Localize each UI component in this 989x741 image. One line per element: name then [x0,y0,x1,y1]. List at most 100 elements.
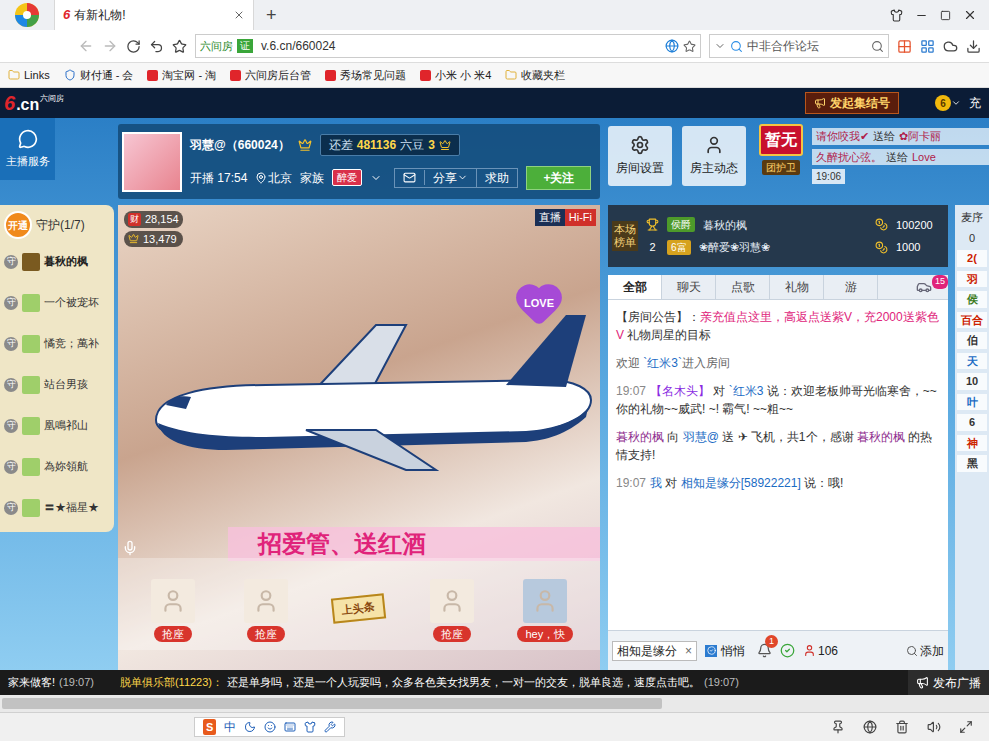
room-button[interactable]: 房间设置 [608,126,672,186]
guardian-avatar [22,294,40,312]
new-tab-button[interactable]: + [254,2,289,29]
skin-icon[interactable] [890,9,903,22]
chat-tab[interactable]: 礼物 [770,275,824,299]
family-dropdown-icon[interactable] [370,172,382,184]
fullscreen-icon[interactable] [959,720,973,734]
undo-icon[interactable] [149,39,164,54]
bookmark-label: 财付通 - 会 [80,67,134,84]
mic-queue-item[interactable]: 神 [957,435,987,452]
maximize-icon[interactable] [940,10,951,21]
family-badge[interactable]: 醉爱 [332,169,362,186]
notice-button[interactable]: 1 [757,643,772,658]
trash-icon[interactable] [895,720,909,734]
close-tab-icon[interactable] [233,9,245,21]
mic-queue-item[interactable]: 10 [957,373,987,390]
guardian-item[interactable]: 守〓★福星★ [0,487,114,528]
mic-queue-item[interactable]: 2( [957,250,987,267]
site-logo[interactable]: 6.cn六间房 [4,93,64,113]
guardian-item[interactable]: 守一个被宠坏 [0,282,114,323]
ranking-title[interactable]: 本场榜单 [612,221,638,250]
guard-empty[interactable]: 暂无 [759,124,803,156]
bookmark-item[interactable]: 六间房后台管 [230,67,311,84]
bookmark-item[interactable]: Links [8,67,50,84]
guardian-item[interactable]: 守站台男孩 [0,364,114,405]
bookmark-item[interactable]: 小米 小 米4 [420,67,491,84]
mic-queue-item[interactable]: 黑 [957,455,987,472]
clear-target-button[interactable]: × [685,642,692,660]
seat[interactable]: 抢座 [230,579,302,643]
url-field[interactable]: 六间房证v.6.cn/660024 [195,34,701,58]
open-guard-button[interactable]: 开通 [4,211,32,239]
rank-name[interactable]: ❀醉爱❀羽慧❀ [699,239,867,256]
guardian-item[interactable]: 守為妳領航 [0,446,114,487]
horizontal-scrollbar[interactable] [0,695,989,712]
mic-queue-item[interactable]: 羽 [957,271,987,288]
mic-queue-item[interactable]: 侯 [957,291,987,308]
scroll-thumb[interactable] [2,698,662,709]
mic-queue-item[interactable]: 叶 [957,394,987,411]
search-go-icon[interactable] [871,40,884,53]
mic-queue-item[interactable]: 伯 [957,332,987,349]
close-window-icon[interactable] [963,8,977,22]
screenshot-icon[interactable] [920,39,935,54]
back-icon[interactable] [78,38,94,54]
search-field[interactable]: 中非合作论坛 [709,34,889,58]
chat-tab[interactable]: 点歌 [716,275,770,299]
guard-label[interactable]: 团护卫 [762,160,800,175]
bookmark-item[interactable]: 淘宝网 - 淘 [147,67,216,84]
help-button[interactable]: 求助 [477,169,517,187]
engine-dropdown-icon[interactable] [714,40,726,52]
add-button[interactable]: 添加 [906,642,944,660]
broadcast-button[interactable]: 发布广播 [908,670,989,695]
browser-tab[interactable]: 6有新礼物! [54,0,254,30]
bookmark-item[interactable]: 收藏夹栏 [505,67,565,84]
message-button[interactable] [395,170,425,185]
ime-toolbar[interactable]: S中 [194,717,345,737]
guardian-item[interactable]: 守憰竞；萬补 [0,323,114,364]
favicon: 6 [63,5,70,25]
forward-icon[interactable] [102,38,118,54]
chat-target[interactable]: 相知是缘分× [612,641,697,661]
minimize-icon[interactable] [915,9,928,22]
ticker-message[interactable]: 还是单身吗，还是一个人玩耍吗，众多各色美女找男友，一对一的交友，脱单良选，速度点… [227,674,700,691]
seat[interactable]: 抢座 [137,579,209,643]
rank-score: 100200 [896,217,944,234]
rank-name[interactable]: 暮秋的枫 [703,217,867,234]
reload-icon[interactable] [126,39,141,54]
mic-icon[interactable] [122,540,138,556]
network-icon[interactable] [863,720,877,734]
guardian-item[interactable]: 守凰鳴祁山 [0,405,114,446]
pin-icon[interactable] [831,720,845,734]
volume-icon[interactable] [927,720,941,734]
bookmark-star-icon[interactable] [683,40,696,53]
mic-queue-item[interactable]: 天 [957,353,987,370]
follow-button[interactable]: +关注 [526,166,591,190]
seat[interactable]: hey，快 [509,579,581,643]
mic-queue-item[interactable]: 6 [957,414,987,431]
status-ok-icon[interactable] [780,643,795,658]
host-avatar[interactable] [122,132,182,192]
guardian-item[interactable]: 守暮秋的枫 [0,241,114,282]
share-button[interactable]: 分享 [425,169,477,187]
chat-tab[interactable]: 游 [824,275,878,299]
seat[interactable]: 抢座 [416,579,488,643]
download-icon[interactable] [966,39,981,54]
coin-dropdown-icon[interactable] [951,98,961,108]
ie-icon[interactable] [665,39,679,53]
rally-button[interactable]: 发起集结号 [805,92,899,114]
whisper-checkbox[interactable]: 悄悄 [705,642,745,660]
headline-button[interactable]: 上头条 [323,596,395,643]
coins-icon [875,218,888,231]
car-button[interactable]: 15 [916,275,948,299]
favorite-icon[interactable] [172,39,187,54]
host-service-tab[interactable]: 主播服务 [0,118,55,180]
cloud-icon[interactable] [943,39,958,54]
chat-tab[interactable]: 聊天 [662,275,716,299]
apps-icon[interactable] [897,39,912,54]
bookmark-item[interactable]: 财付通 - 会 [64,67,134,84]
chat-tab[interactable]: 全部 [608,275,662,299]
recharge-link[interactable]: 充 [969,94,985,112]
room-button[interactable]: 房主动态 [682,126,746,186]
mic-queue-item[interactable]: 百合 [957,312,987,329]
bookmark-item[interactable]: 秀场常见问题 [325,67,406,84]
